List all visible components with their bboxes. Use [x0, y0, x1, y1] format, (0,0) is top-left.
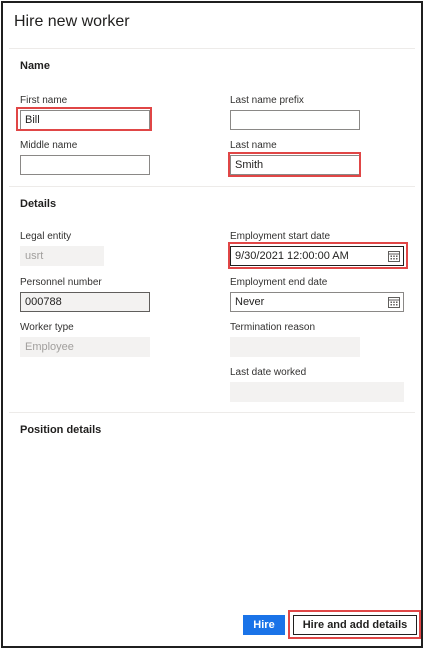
employment-end-date-value: Never	[235, 296, 265, 308]
section-title-details: Details	[20, 198, 57, 210]
middle-name-field[interactable]	[20, 155, 150, 175]
section-divider-2	[9, 412, 415, 413]
last-name-highlight	[228, 152, 361, 177]
first-name-highlight	[16, 107, 152, 131]
personnel-number-label: Personnel number	[20, 277, 102, 288]
section-title-name: Name	[20, 60, 50, 72]
first-name-label: First name	[20, 95, 68, 106]
last-date-worked-label: Last date worked	[230, 367, 307, 378]
header-divider	[9, 48, 415, 49]
employment-end-date-field[interactable]: Never	[230, 292, 404, 312]
employment-start-date-label: Employment start date	[230, 231, 331, 242]
hire-worker-dialog: Hire new worker Name First name Bill Las…	[1, 1, 423, 648]
last-name-prefix-label: Last name prefix	[230, 95, 304, 106]
employment-start-date-highlight	[228, 242, 408, 269]
worker-type-field: Employee	[20, 337, 150, 357]
legal-entity-field: usrt	[20, 246, 104, 266]
last-date-worked-field	[230, 382, 404, 402]
dialog-title: Hire new worker	[14, 13, 130, 30]
hire-button[interactable]: Hire	[243, 615, 285, 635]
personnel-number-field[interactable]: 000788	[20, 292, 150, 312]
section-divider-1	[9, 186, 415, 187]
section-title-position-details: Position details	[20, 424, 102, 436]
calendar-icon[interactable]	[388, 296, 400, 308]
last-name-prefix-field[interactable]	[230, 110, 360, 130]
termination-reason-label: Termination reason	[230, 322, 316, 333]
hire-and-add-details-highlight	[288, 610, 421, 639]
employment-end-date-label: Employment end date	[230, 277, 328, 288]
termination-reason-field	[230, 337, 360, 357]
last-name-label: Last name	[230, 140, 277, 151]
middle-name-label: Middle name	[20, 140, 78, 151]
legal-entity-label: Legal entity	[20, 231, 72, 242]
worker-type-label: Worker type	[20, 322, 74, 333]
